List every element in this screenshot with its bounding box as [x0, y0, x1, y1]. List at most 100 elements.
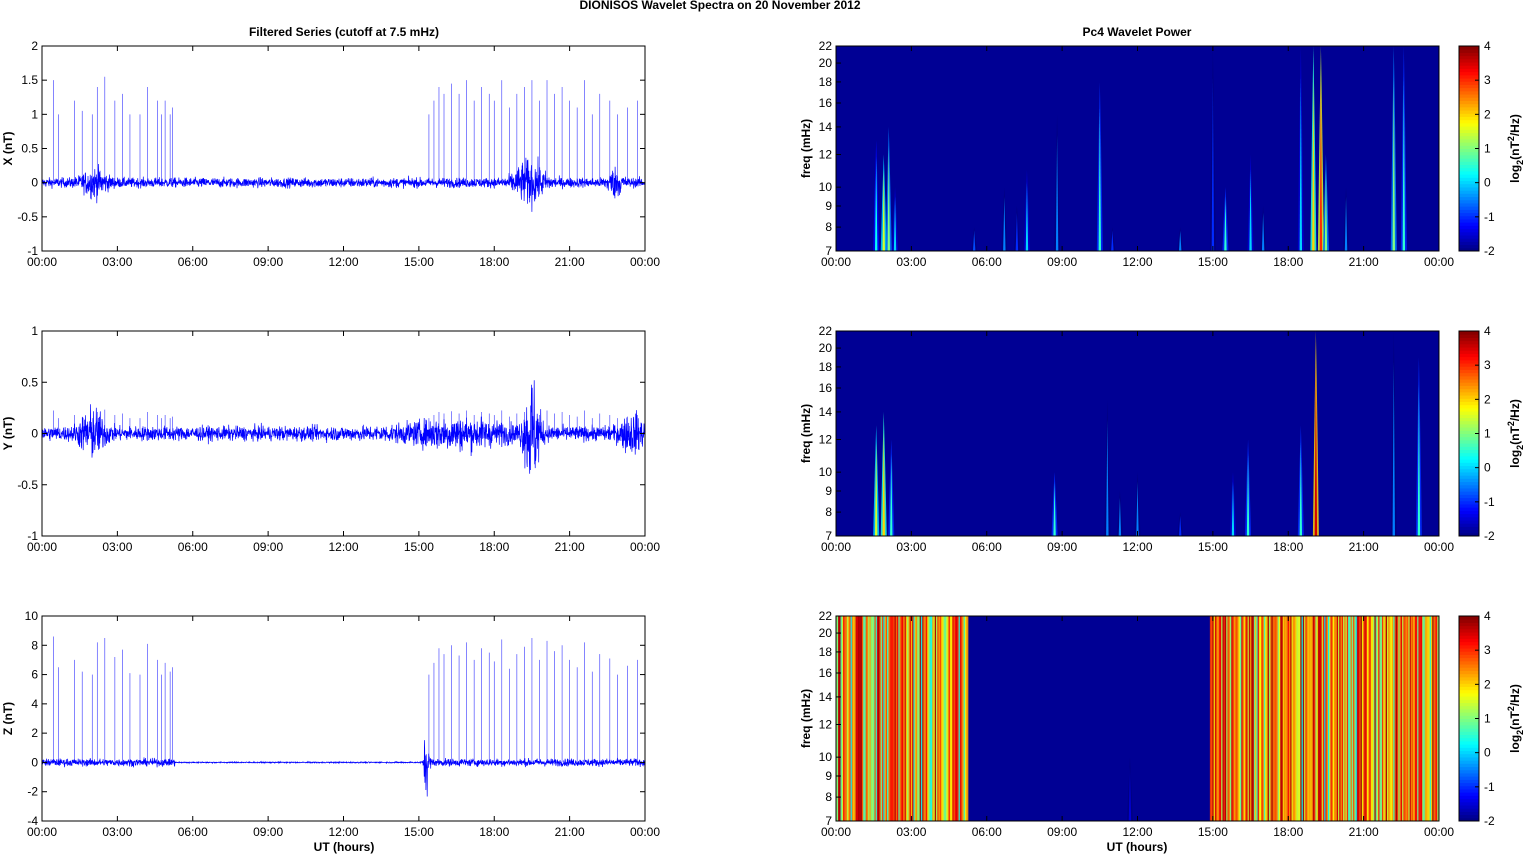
colorbar-segment — [1459, 644, 1479, 649]
freq-tick-label: 12 — [819, 148, 833, 162]
colorbar-segment — [1459, 776, 1479, 780]
colorbar-segment — [1459, 209, 1479, 214]
colorbar-segment — [1459, 116, 1479, 121]
figure-title: DIONISOS Wavelet Spectra on 20 November … — [580, 0, 861, 12]
colorbar-segment — [1459, 379, 1479, 383]
colorbar-segment — [1459, 212, 1479, 217]
colorbar-label: log2(nT2/Hz) — [1506, 114, 1525, 183]
colorbar-segment — [1459, 404, 1479, 409]
y-axis-label: Y (nT) — [1, 417, 15, 451]
series-x-tick-label: 09:00 — [253, 540, 283, 554]
colorbar-segment — [1459, 449, 1479, 454]
series-x-tick-label: 06:00 — [178, 825, 208, 839]
series-panel-x — [41, 76, 646, 212]
freq-tick-label: 14 — [819, 690, 833, 704]
colorbar-tick-label: 0 — [1484, 461, 1491, 475]
colorbar-segment — [1459, 785, 1479, 790]
freq-tick-label: 10 — [819, 750, 833, 764]
colorbar-tick-label: 2 — [1484, 677, 1491, 691]
colorbar-segment — [1459, 90, 1479, 95]
colorbar-segment — [1459, 401, 1479, 406]
colorbar-segment — [1459, 459, 1479, 463]
wavelet-x-tick-label: 03:00 — [896, 825, 926, 839]
wavelet-x-tick-label: 03:00 — [896, 540, 926, 554]
colorbar-tick-label: 4 — [1484, 609, 1491, 623]
colorbar-segment — [1459, 446, 1479, 451]
left-xlabel: UT (hours) — [314, 840, 375, 854]
colorbar-tick-label: -1 — [1484, 210, 1495, 224]
colorbar-segment — [1459, 795, 1479, 800]
series-x-tick-label: 18:00 — [479, 825, 509, 839]
freq-tick-label: 16 — [819, 381, 833, 395]
colorbar-segment — [1459, 481, 1479, 486]
freq-tick-label: 18 — [819, 75, 833, 89]
colorbar-tick-label: -1 — [1484, 495, 1495, 509]
freq-tick-label: 18 — [819, 360, 833, 374]
colorbar-segment — [1459, 622, 1479, 627]
colorbar-label-part: /Hz) — [1508, 399, 1522, 421]
colorbar-segment — [1459, 526, 1479, 531]
colorbar-label-part: log — [1508, 165, 1522, 183]
freq-tick-label: 20 — [819, 341, 833, 355]
colorbar-segment — [1459, 206, 1479, 210]
colorbar-segment — [1459, 190, 1479, 194]
wavelet-x-tick-label: 18:00 — [1273, 255, 1303, 269]
colorbar-segment — [1459, 350, 1479, 354]
colorbar-segment — [1459, 734, 1479, 739]
colorbar-segment — [1459, 244, 1479, 249]
series-x-tick-label: 03:00 — [102, 825, 132, 839]
colorbar-segment — [1459, 49, 1479, 53]
y-tick-label: 8 — [31, 638, 38, 652]
colorbar-segment — [1459, 417, 1479, 422]
series-x-tick-label: 12:00 — [328, 255, 358, 269]
colorbar-segment — [1459, 740, 1479, 745]
colorbar-segment — [1459, 471, 1479, 476]
freq-tick-label: 12 — [819, 433, 833, 447]
colorbar-segment — [1459, 161, 1479, 166]
series-x-tick-label: 03:00 — [102, 540, 132, 554]
series-x-tick-label: 06:00 — [178, 540, 208, 554]
colorbar-label: log2(nT2/Hz) — [1506, 399, 1525, 468]
colorbar-segment — [1459, 744, 1479, 748]
series-x-tick-label: 00:00 — [630, 255, 660, 269]
wavelet-panel-x — [836, 46, 1439, 251]
colorbar-segment — [1459, 513, 1479, 518]
figure: DIONISOS Wavelet Spectra on 20 November … — [1, 0, 1525, 854]
freq-tick-label: 20 — [819, 56, 833, 70]
wavelet-x-tick-label: 18:00 — [1273, 825, 1303, 839]
colorbar-segment — [1459, 347, 1479, 351]
colorbar-segment — [1459, 218, 1479, 223]
y-tick-label: 0.5 — [21, 375, 38, 389]
colorbar-segment — [1459, 110, 1479, 114]
colorbar-label-part: (nT — [1508, 141, 1522, 160]
colorbar-segment — [1459, 443, 1479, 447]
colorbar-segment — [1459, 491, 1479, 495]
colorbar-tick-label: 2 — [1484, 392, 1491, 406]
colorbar-segment — [1459, 87, 1479, 92]
colorbar-segment — [1459, 680, 1479, 684]
wavelet-x-tick-label: 21:00 — [1349, 540, 1379, 554]
wavelet-background — [836, 46, 1439, 251]
colorbar-tick-label: 4 — [1484, 324, 1491, 338]
series-x-tick-label: 00:00 — [27, 255, 57, 269]
colorbar-segment — [1459, 100, 1479, 105]
colorbar-tick-label: -2 — [1484, 814, 1495, 828]
wavelet-x-tick-label: 15:00 — [1198, 540, 1228, 554]
colorbar-tick-label: 1 — [1484, 427, 1491, 441]
colorbar-segment — [1459, 331, 1479, 335]
colorbar-tick-label: 0 — [1484, 746, 1491, 760]
colorbar-segment — [1459, 523, 1479, 527]
freq-tick-label: 14 — [819, 120, 833, 134]
colorbar-segment — [1459, 129, 1479, 133]
colorbar-segment — [1459, 427, 1479, 431]
colorbar-segment — [1459, 439, 1479, 444]
colorbar-segment — [1459, 414, 1479, 418]
wavelet-x-tick-label: 12:00 — [1122, 255, 1152, 269]
series-x-tick-label: 15:00 — [404, 540, 434, 554]
colorbar-segment — [1459, 712, 1479, 716]
colorbar-segment — [1459, 433, 1479, 438]
colorbar-segment — [1459, 215, 1479, 220]
colorbar-segment — [1459, 635, 1479, 639]
colorbar-segment — [1459, 772, 1479, 777]
colorbar-segment — [1459, 126, 1479, 130]
